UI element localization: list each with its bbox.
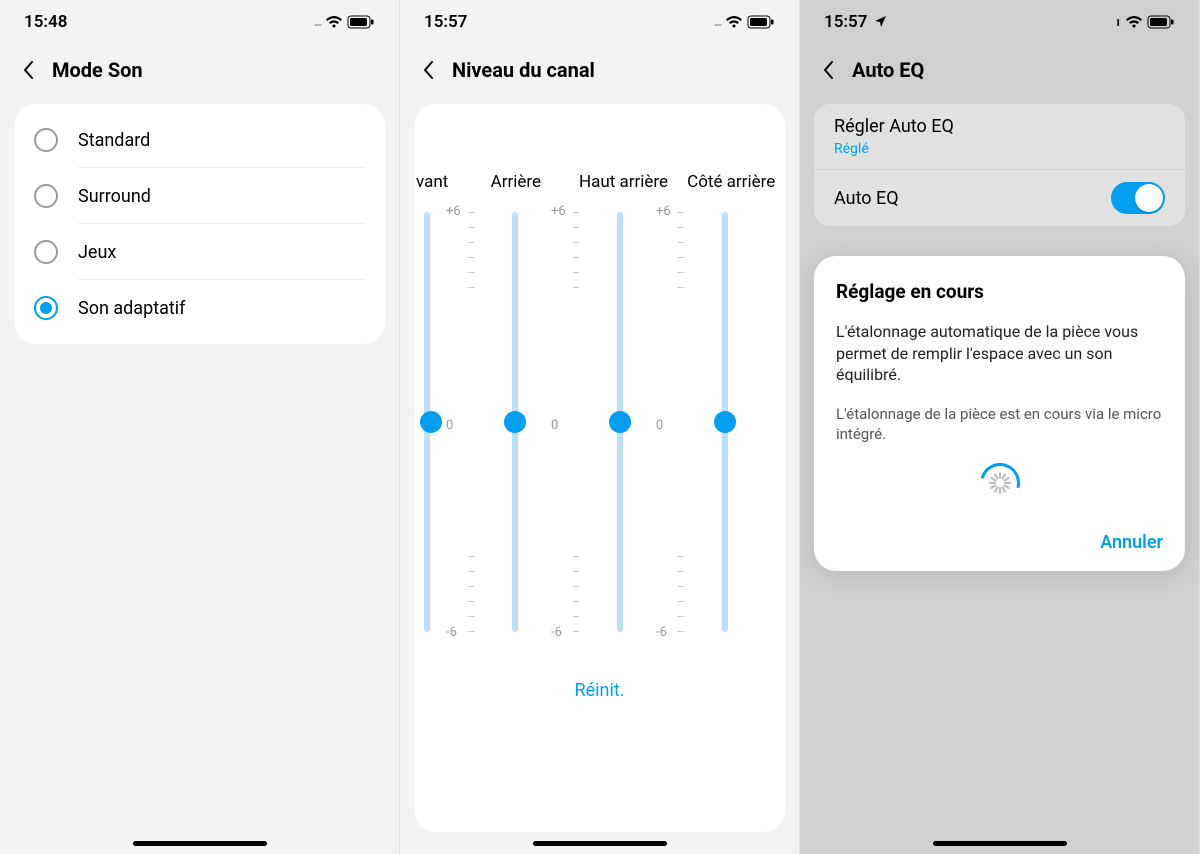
chevron-left-icon [422, 60, 434, 80]
page-header: Auto EQ [800, 40, 1199, 104]
slider-track [512, 212, 518, 632]
modal-subtext: L'étalonnage de la pièce est en cours vi… [836, 404, 1163, 445]
scale-mid: 0 [446, 418, 453, 433]
setting-auto-eq-toggle-row: Auto EQ [814, 170, 1185, 226]
slider-track [424, 212, 430, 632]
channel-headers: vant Arrière Haut arrière Côté arrière [414, 112, 785, 202]
settings-group: Régler Auto EQ Réglé Auto EQ [814, 104, 1185, 226]
chevron-left-icon [22, 60, 34, 80]
slider-area: +6 0 -6 +6 0 -6 [414, 202, 785, 642]
status-icons: .... [314, 15, 375, 30]
slider-vant[interactable] [422, 202, 462, 642]
page-header: Niveau du canal [400, 40, 799, 104]
radio-icon [34, 184, 58, 208]
scale-min: -6 [551, 625, 562, 640]
back-button[interactable] [14, 60, 42, 80]
screen-auto-eq: 15:57 .ıll Auto EQ Régler Auto EQ Réglé … [800, 0, 1200, 854]
option-label: Jeux [78, 242, 116, 263]
slider-cote-arriere[interactable]: +6 0 -6 [672, 202, 777, 642]
option-surround[interactable]: Surround [14, 168, 385, 224]
option-label: Standard [78, 130, 150, 151]
slider-track [617, 212, 623, 632]
scale-mid: 0 [656, 418, 663, 433]
status-time: 15:57 [824, 12, 887, 32]
option-adaptive[interactable]: Son adaptatif [14, 280, 385, 336]
slider-handle[interactable] [714, 411, 736, 433]
location-icon [874, 15, 887, 28]
chevron-left-icon [822, 60, 834, 80]
status-icons: .ıll [1115, 15, 1175, 30]
spinner-wrap [836, 462, 1163, 504]
scale-max: +6 [656, 204, 671, 219]
page-title: Mode Son [52, 58, 143, 82]
radio-icon [34, 128, 58, 152]
setting-title: Régler Auto EQ [834, 116, 1165, 137]
channel-name: Côté arrière [677, 172, 785, 192]
battery-icon [1147, 15, 1175, 29]
option-label: Son adaptatif [78, 298, 185, 319]
option-jeux[interactable]: Jeux [14, 224, 385, 280]
signal-dots-icon: .... [714, 15, 721, 30]
slider-handle[interactable] [609, 411, 631, 433]
home-indicator[interactable] [133, 841, 267, 846]
page-title: Niveau du canal [452, 58, 595, 82]
channel-card: vant Arrière Haut arrière Côté arrière +… [414, 104, 785, 832]
toggle-label: Auto EQ [834, 188, 899, 209]
page-title: Auto EQ [852, 58, 924, 82]
scale-max: +6 [551, 204, 566, 219]
scale-min: -6 [656, 625, 667, 640]
option-standard[interactable]: Standard [14, 112, 385, 168]
page-header: Mode Son [0, 40, 399, 104]
status-time-text: 15:57 [824, 12, 867, 32]
radio-icon [34, 240, 58, 264]
signal-dots-icon: .... [314, 15, 321, 30]
slider-handle[interactable] [420, 411, 442, 433]
status-bar: 15:57 .ıll [800, 0, 1199, 40]
screen-sound-mode: 15:48 .... Mode Son Standard Surround Je… [0, 0, 400, 854]
setting-subtitle: Réglé [834, 141, 1165, 157]
home-indicator[interactable] [533, 841, 667, 846]
auto-eq-toggle[interactable] [1111, 182, 1165, 214]
status-icons: .... [714, 15, 775, 30]
calibration-modal: Réglage en cours L'étalonnage automatiqu… [814, 256, 1185, 571]
channel-name: Haut arrière [570, 172, 678, 192]
setting-regler-auto-eq[interactable]: Régler Auto EQ Réglé [814, 104, 1185, 170]
wifi-icon [1125, 15, 1143, 29]
channel-name: Arrière [462, 172, 570, 192]
slider-handle[interactable] [504, 411, 526, 433]
radio-icon-selected [34, 296, 58, 320]
channel-name: vant [414, 172, 462, 192]
option-label: Surround [78, 186, 151, 207]
reset-button[interactable]: Réinit. [414, 680, 785, 701]
battery-icon [747, 15, 775, 29]
loading-spinner-icon [979, 462, 1021, 504]
scale-max: +6 [446, 204, 461, 219]
screen-channel-level: 15:57 .... Niveau du canal vant Arrière … [400, 0, 800, 854]
wifi-icon [725, 15, 743, 29]
sound-mode-list: Standard Surround Jeux Son adaptatif [14, 104, 385, 344]
status-time: 15:48 [24, 12, 67, 32]
status-bar: 15:48 .... [0, 0, 399, 40]
status-bar: 15:57 .... [400, 0, 799, 40]
status-time: 15:57 [424, 12, 467, 32]
modal-title: Réglage en cours [836, 280, 1163, 303]
signal-dots-icon: .ıll [1115, 15, 1121, 30]
back-button[interactable] [414, 60, 442, 80]
cancel-button[interactable]: Annuler [836, 532, 1163, 553]
scale-min: -6 [446, 625, 457, 640]
battery-icon [347, 15, 375, 29]
wifi-icon [325, 15, 343, 29]
modal-text: L'étalonnage automatique de la pièce vou… [836, 321, 1163, 386]
home-indicator[interactable] [933, 841, 1067, 846]
back-button[interactable] [814, 60, 842, 80]
slider-track [722, 212, 728, 632]
scale-mid: 0 [551, 418, 558, 433]
